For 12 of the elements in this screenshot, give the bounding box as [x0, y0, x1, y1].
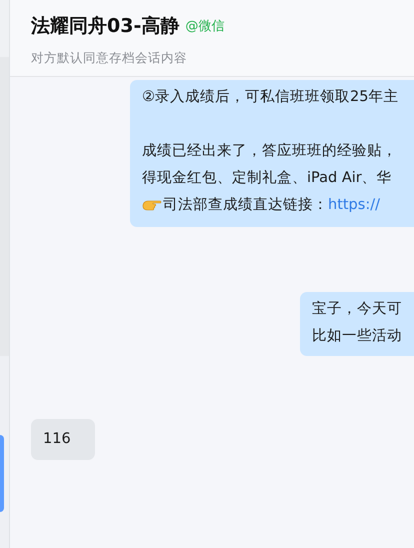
message-text: 宝子，今天可 [312, 300, 402, 319]
chat-title: 法耀同舟03-高静 [31, 14, 180, 39]
message-text: 成绩已经出来了，答应班班的经验贴， [142, 142, 397, 161]
pointing-hand-icon [142, 198, 162, 214]
result-link[interactable]: https:// [328, 192, 380, 219]
source-label: @微信 [185, 18, 224, 36]
message-text: 比如一些活动 [312, 327, 402, 346]
message-text: ②录入成绩后，可私信班班领取25年主 [142, 88, 398, 107]
message-text: 司法部查成绩直达链接： [163, 196, 328, 215]
message-text: 116 [43, 430, 71, 449]
archive-notice: 对方默认同意存档会话内容 [31, 48, 188, 66]
message-text: 得现金红包、定制礼盒、iPad Air、华 [142, 168, 392, 188]
